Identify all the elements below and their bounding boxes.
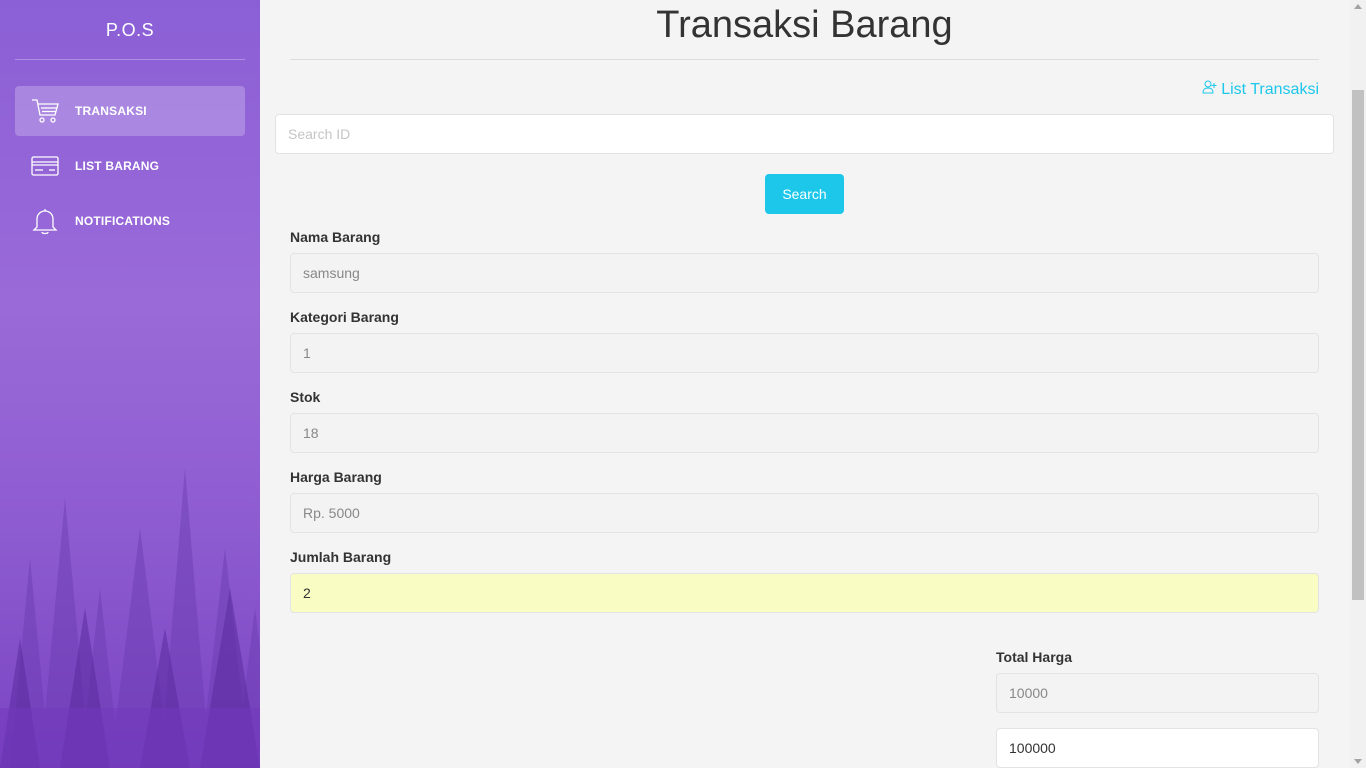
page-scrollbar[interactable] xyxy=(1350,0,1366,768)
list-transaksi-label: List Transaksi xyxy=(1221,80,1319,98)
forest-background-image xyxy=(0,468,260,768)
scrollbar-thumb[interactable] xyxy=(1352,90,1364,600)
sidebar: P.O.S TRANSAKSI LIST BARANG NOTIFICATION… xyxy=(0,0,260,768)
bell-icon xyxy=(15,207,75,235)
sidebar-item-transaksi[interactable]: TRANSAKSI xyxy=(15,86,245,136)
harga-barang-field[interactable] xyxy=(290,493,1319,533)
sidebar-item-label: NOTIFICATIONS xyxy=(75,214,171,228)
cart-icon xyxy=(15,97,75,125)
scroll-up-icon[interactable] xyxy=(1354,4,1362,9)
brand-logo[interactable]: P.O.S xyxy=(0,0,260,60)
sidebar-item-label: TRANSAKSI xyxy=(75,104,147,118)
payment-input[interactable] xyxy=(996,728,1319,768)
stok-label: Stok xyxy=(290,389,321,405)
stok-field[interactable] xyxy=(290,413,1319,453)
total-harga-field[interactable] xyxy=(996,673,1319,713)
search-id-input[interactable] xyxy=(275,114,1334,154)
sidebar-nav: TRANSAKSI LIST BARANG NOTIFICATIONS xyxy=(0,60,260,246)
main-content: Transaksi Barang List Transaksi Search N… xyxy=(260,0,1350,768)
scroll-down-icon[interactable] xyxy=(1354,759,1362,764)
list-transaksi-link[interactable]: List Transaksi xyxy=(1202,80,1319,99)
jumlah-barang-input[interactable] xyxy=(290,573,1319,613)
jumlah-barang-label: Jumlah Barang xyxy=(290,549,392,565)
total-harga-label: Total Harga xyxy=(996,649,1072,665)
page-title: Transaksi Barang xyxy=(290,0,1319,60)
nama-barang-label: Nama Barang xyxy=(290,229,381,245)
sidebar-item-label: LIST BARANG xyxy=(75,159,160,173)
harga-barang-label: Harga Barang xyxy=(290,469,382,485)
add-user-icon xyxy=(1202,80,1217,99)
sidebar-item-list-barang[interactable]: LIST BARANG xyxy=(15,141,245,191)
kategori-barang-field[interactable] xyxy=(290,333,1319,373)
kategori-barang-label: Kategori Barang xyxy=(290,309,399,325)
credit-card-icon xyxy=(15,156,75,176)
nama-barang-field[interactable] xyxy=(290,253,1319,293)
sidebar-item-notifications[interactable]: NOTIFICATIONS xyxy=(15,196,245,246)
search-button[interactable]: Search xyxy=(765,174,844,214)
